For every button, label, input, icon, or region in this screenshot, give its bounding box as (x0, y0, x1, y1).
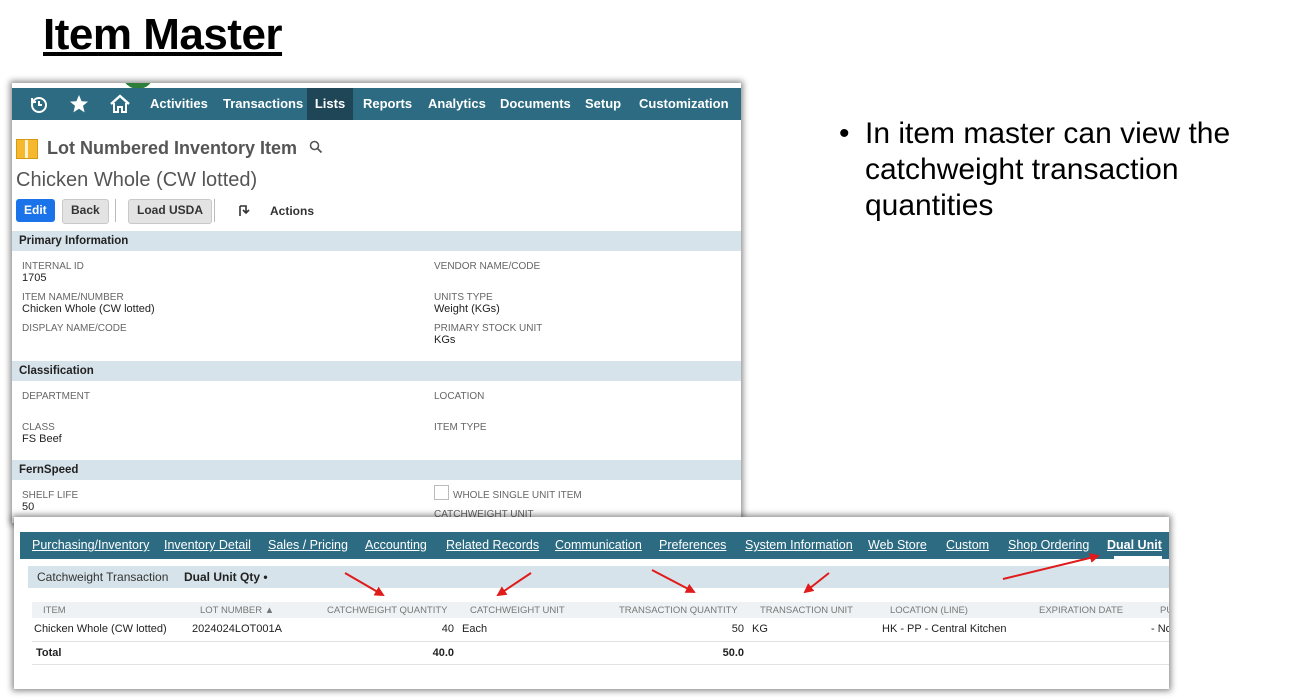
actions-menu[interactable]: Actions (236, 199, 314, 222)
total-transaction-quantity: 50.0 (722, 647, 744, 659)
col-lot-number[interactable]: LOT NUMBER ▲ (200, 605, 274, 616)
col-item[interactable]: ITEM (43, 605, 66, 616)
col-catchweight-quantity[interactable]: CATCHWEIGHT QUANTITY (327, 605, 448, 616)
col-transaction-unit[interactable]: TRANSACTION UNIT (760, 605, 853, 616)
top-navigation: Activities Transactions Lists Reports An… (12, 88, 741, 120)
nav-analytics[interactable]: Analytics (428, 88, 486, 120)
inner-subtab-bar: Catchweight Transaction Dual Unit Qty • (28, 566, 1169, 588)
cell-lot-number: 2024024LOT001A (192, 623, 282, 635)
edit-button[interactable]: Edit (16, 199, 55, 222)
row-divider (32, 664, 1169, 665)
col-catchweight-unit[interactable]: CATCHWEIGHT UNIT (470, 605, 565, 616)
tab-preferences[interactable]: Preferences (659, 532, 726, 559)
internal-id-label: INTERNAL ID (22, 261, 84, 272)
tab-system-information[interactable]: System Information (745, 532, 853, 559)
record-name: Chicken Whole (CW lotted) (16, 169, 258, 191)
bullet-text: In item master can view the catchweight … (865, 117, 1231, 222)
item-type-label: ITEM TYPE (434, 422, 487, 433)
shelf-life-label: SHELF LIFE (22, 490, 79, 501)
tab-communication[interactable]: Communication (555, 532, 642, 559)
display-name-label: DISPLAY NAME/CODE (22, 323, 127, 334)
cell-transaction-quantity: 50 (731, 623, 744, 635)
tab-related-records[interactable]: Related Records (446, 532, 539, 559)
load-usda-button[interactable]: Load USDA (128, 199, 212, 224)
cell-truncated: - No (1151, 623, 1169, 635)
subtab-bar: Purchasing/Inventory Inventory Detail Sa… (20, 532, 1169, 559)
units-type-label: UNITS TYPE (434, 292, 493, 303)
nav-transactions[interactable]: Transactions (223, 88, 303, 120)
search-icon[interactable] (309, 138, 323, 159)
recent-icon[interactable] (24, 88, 54, 120)
nav-lists[interactable]: Lists (307, 88, 353, 120)
whole-single-unit-label: WHOLE SINGLE UNIT ITEM (453, 490, 582, 501)
tab-catchweight-transaction[interactable]: Catchweight Transaction (37, 566, 168, 588)
cell-catchweight-quantity: 40 (441, 623, 454, 635)
home-icon[interactable] (105, 88, 135, 120)
col-truncated[interactable]: PU (1160, 605, 1169, 616)
tab-custom[interactable]: Custom (946, 532, 989, 559)
classification-header[interactable]: Classification (12, 361, 741, 381)
record-type-header: Lot Numbered Inventory Item (16, 138, 323, 159)
active-tab-indicator (1114, 556, 1162, 559)
nav-reports[interactable]: Reports (363, 88, 412, 120)
class-value: FS Beef (22, 433, 62, 445)
record-type-label: Lot Numbered Inventory Item (47, 138, 298, 158)
col-location-line[interactable]: LOCATION (LINE) (890, 605, 968, 616)
row-divider (32, 641, 1169, 642)
tab-shop-ordering[interactable]: Shop Ordering (1008, 532, 1089, 559)
total-label: Total (36, 647, 62, 659)
class-label: CLASS (22, 422, 55, 433)
item-record-screenshot: Activities Transactions Lists Reports An… (12, 83, 741, 523)
tab-web-store[interactable]: Web Store (868, 532, 927, 559)
item-name-value: Chicken Whole (CW lotted) (22, 303, 155, 315)
col-transaction-quantity[interactable]: TRANSACTION QUANTITY (619, 605, 738, 616)
nav-activities[interactable]: Activities (150, 88, 208, 120)
nav-documents[interactable]: Documents (500, 88, 571, 120)
primary-information-header[interactable]: Primary Information (12, 231, 741, 251)
back-button[interactable]: Back (62, 199, 109, 224)
col-expiration-date[interactable]: EXPIRATION DATE (1039, 605, 1123, 616)
whole-single-unit-checkbox[interactable] (434, 485, 449, 500)
internal-id-value: 1705 (22, 272, 47, 284)
tab-dual-unit[interactable]: Dual Unit (1107, 532, 1162, 559)
actions-icon (236, 203, 252, 219)
tab-purchasing-inventory[interactable]: Purchasing/Inventory (32, 532, 149, 559)
nav-customization[interactable]: Customization (639, 88, 729, 120)
actions-label: Actions (270, 203, 315, 218)
total-catchweight-quantity: 40.0 (432, 647, 454, 659)
vendor-name-label: VENDOR NAME/CODE (434, 261, 541, 272)
cell-catchweight-unit: Each (462, 623, 488, 635)
dual-unit-screenshot: Purchasing/Inventory Inventory Detail Sa… (14, 517, 1169, 689)
bullet-dot: • (839, 117, 850, 150)
tab-inventory-detail[interactable]: Inventory Detail (164, 532, 251, 559)
button-divider (115, 199, 116, 222)
primary-stock-unit-value: KGs (434, 334, 456, 346)
location-label: LOCATION (434, 391, 485, 402)
tab-dual-unit-qty[interactable]: Dual Unit Qty • (184, 566, 268, 588)
star-icon[interactable] (64, 88, 94, 120)
inventory-item-icon (16, 138, 38, 159)
cell-location-line: HK - PP - Central Kitchen (882, 623, 1007, 635)
units-type-value: Weight (KGs) (434, 303, 500, 315)
slide-title: Item Master (43, 10, 283, 59)
cell-transaction-unit: KG (752, 623, 768, 635)
tab-sales-pricing[interactable]: Sales / Pricing (268, 532, 348, 559)
item-name-label: ITEM NAME/NUMBER (22, 292, 124, 303)
department-label: DEPARTMENT (22, 391, 90, 402)
fernspeed-header[interactable]: FernSpeed (12, 460, 741, 480)
button-divider (214, 199, 215, 222)
shelf-life-value: 50 (22, 501, 35, 513)
nav-setup[interactable]: Setup (585, 88, 621, 120)
tab-accounting[interactable]: Accounting (365, 532, 427, 559)
cell-item[interactable]: Chicken Whole (CW lotted) (34, 623, 167, 635)
primary-stock-unit-label: PRIMARY STOCK UNIT (434, 323, 543, 334)
